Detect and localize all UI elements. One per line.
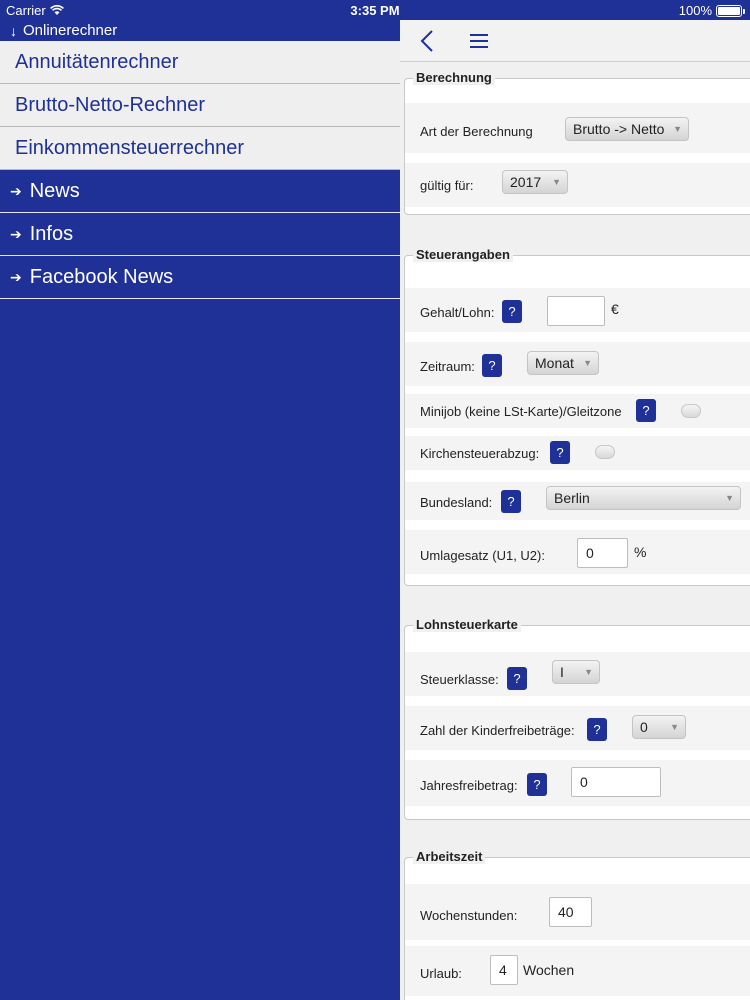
clock: 3:35 PM: [350, 3, 400, 18]
arrow-down-icon: ↓: [10, 22, 17, 39]
minijob-toggle[interactable]: [681, 404, 701, 418]
gehalt-label: Gehalt/Lohn:: [420, 305, 495, 320]
euro-unit: €: [611, 301, 619, 317]
toolbar: [400, 20, 750, 62]
bundesland-select[interactable]: Berlin ▼: [546, 486, 741, 510]
fieldset-berechnung: Berechnung Art der Berechnung Brutto -> …: [404, 70, 750, 215]
zeitraum-select[interactable]: Monat ▼: [527, 351, 599, 375]
zeitraum-label: Zeitraum:: [420, 359, 475, 374]
umlagesatz-label: Umlagesatz (U1, U2):: [420, 548, 545, 563]
select-value: Brutto -> Netto: [573, 121, 665, 137]
art-der-berechnung-select[interactable]: Brutto -> Netto ▼: [565, 117, 689, 141]
arrow-right-icon: ➔: [10, 225, 22, 242]
select-value: Berlin: [554, 490, 590, 506]
help-kinderfreibetraege-button[interactable]: ?: [587, 718, 607, 741]
battery-label: 100%: [678, 3, 712, 18]
chevron-down-icon: ▼: [725, 493, 734, 503]
menu-item-brutto-netto-rechner[interactable]: Brutto-Netto-Rechner: [0, 84, 400, 127]
row-umlagesatz: Umlagesatz (U1, U2): 0 %: [405, 530, 750, 574]
bundesland-label: Bundesland:: [420, 495, 493, 510]
help-jahresfreibetrag-button[interactable]: ?: [527, 773, 547, 796]
menu-item-infos[interactable]: ➔ Infos: [0, 213, 400, 256]
legend-steuerangaben: Steuerangaben: [413, 247, 513, 262]
battery-icon: [716, 4, 745, 17]
select-value: Monat: [535, 355, 574, 371]
percent-unit: %: [634, 544, 647, 560]
jahresfreibetrag-label: Jahresfreibetrag:: [420, 778, 518, 793]
legend-arbeitszeit: Arbeitszeit: [413, 849, 486, 864]
menu-item-label: News: [29, 179, 80, 202]
hamburger-icon[interactable]: [470, 31, 490, 51]
menu-item-einkommensteuerrechner[interactable]: Einkommensteuerrechner: [0, 127, 400, 170]
fieldset-steuerangaben: Steuerangaben Gehalt/Lohn: ? € Zeitraum:…: [404, 247, 750, 586]
menu-item-facebook-news[interactable]: ➔ Facebook News: [0, 256, 400, 299]
kinderfreibetraege-label: Zahl der Kinderfreibeträge:: [420, 723, 575, 738]
fieldset-arbeitszeit: Arbeitszeit Wochenstunden: 40 Urlaub: 4 …: [404, 849, 750, 1000]
chevron-down-icon: ▼: [583, 358, 592, 368]
gueltig-fuer-label: gültig für:: [420, 178, 474, 193]
menu-item-label: Annuitätenrechner: [15, 50, 179, 73]
row-bundesland: Bundesland: ? Berlin ▼: [405, 482, 750, 520]
battery-indicator: 100%: [678, 3, 745, 18]
battery-fill: [718, 6, 740, 15]
chevron-down-icon: ▼: [552, 177, 561, 187]
row-gueltig-fuer: gültig für: 2017 ▼: [405, 163, 750, 207]
menu-item-label: Einkommensteuerrechner: [15, 136, 244, 159]
row-zeitraum: Zeitraum: ? Monat ▼: [405, 342, 750, 386]
urlaub-label: Urlaub:: [420, 966, 462, 981]
row-steuerklasse: Steuerklasse: ? I ▼: [405, 652, 750, 696]
arrow-right-icon: ➔: [10, 182, 22, 199]
menu-item-label: Brutto-Netto-Rechner: [15, 93, 206, 116]
steuerklasse-select[interactable]: I ▼: [552, 660, 600, 684]
gueltig-fuer-select[interactable]: 2017 ▼: [502, 170, 568, 194]
chevron-left-icon[interactable]: [420, 29, 440, 53]
row-kirchensteuer: Kirchensteuerabzug: ?: [405, 436, 750, 470]
help-zeitraum-button[interactable]: ?: [482, 354, 502, 377]
row-jahresfreibetrag: Jahresfreibetrag: ? 0: [405, 760, 750, 806]
steuerklasse-label: Steuerklasse:: [420, 672, 499, 687]
wochenstunden-input[interactable]: 40: [549, 897, 592, 927]
help-steuerklasse-button[interactable]: ?: [507, 667, 527, 690]
select-value: I: [560, 664, 564, 680]
kirchensteuer-toggle[interactable]: [595, 445, 615, 459]
chevron-down-icon: ▼: [584, 667, 593, 677]
kinderfreibetraege-select[interactable]: 0 ▼: [632, 715, 686, 739]
chevron-down-icon: ▼: [673, 124, 682, 134]
wochen-unit: Wochen: [523, 962, 575, 978]
menu-header-onlinerechner[interactable]: ↓ Onlinerechner: [0, 20, 400, 41]
help-bundesland-button[interactable]: ?: [501, 490, 521, 513]
select-value: 2017: [510, 174, 542, 190]
row-kinderfreibetraege: Zahl der Kinderfreibeträge: ? 0 ▼: [405, 706, 750, 750]
row-gehalt: Gehalt/Lohn: ? €: [405, 288, 750, 332]
umlagesatz-input[interactable]: 0: [577, 538, 628, 568]
help-gehalt-button[interactable]: ?: [502, 300, 522, 323]
menu-header-label: Onlinerechner: [23, 22, 118, 39]
urlaub-input[interactable]: 4: [490, 955, 518, 985]
menu-item-annuitaetenrechner[interactable]: Annuitätenrechner: [0, 41, 400, 84]
gehalt-input[interactable]: [547, 296, 605, 326]
side-menu: ↓ Onlinerechner Annuitätenrechner Brutto…: [0, 20, 400, 1000]
help-minijob-button[interactable]: ?: [636, 399, 656, 422]
calculator-panel: Berechnung Art der Berechnung Brutto -> …: [400, 20, 750, 1000]
row-wochenstunden: Wochenstunden: 40: [405, 884, 750, 940]
legend-berechnung: Berechnung: [413, 70, 495, 85]
jahresfreibetrag-input[interactable]: 0: [571, 767, 661, 797]
status-bar: Carrier 3:35 PM 100%: [0, 0, 750, 20]
fieldset-lohnsteuerkarte: Lohnsteuerkarte Steuerklasse: ? I ▼ Zahl …: [404, 617, 750, 820]
chevron-down-icon: ▼: [670, 722, 679, 732]
kirchensteuer-label: Kirchensteuerabzug:: [420, 446, 540, 461]
menu-item-news[interactable]: ➔ News: [0, 170, 400, 213]
arrow-right-icon: ➔: [10, 268, 22, 285]
wochenstunden-label: Wochenstunden:: [420, 908, 518, 923]
select-value: 0: [640, 719, 648, 735]
minijob-label: Minijob (keine LSt-Karte)/Gleitzone: [420, 404, 622, 419]
help-kirchensteuer-button[interactable]: ?: [550, 441, 570, 464]
row-urlaub: Urlaub: 4 Wochen: [405, 946, 750, 996]
art-der-berechnung-label: Art der Berechnung: [420, 124, 533, 139]
row-art-der-berechnung: Art der Berechnung Brutto -> Netto ▼: [405, 103, 750, 153]
legend-lohnsteuerkarte: Lohnsteuerkarte: [413, 617, 521, 632]
row-minijob: Minijob (keine LSt-Karte)/Gleitzone ?: [405, 394, 750, 428]
menu-item-label: Facebook News: [29, 265, 174, 288]
menu-item-label: Infos: [29, 222, 74, 245]
